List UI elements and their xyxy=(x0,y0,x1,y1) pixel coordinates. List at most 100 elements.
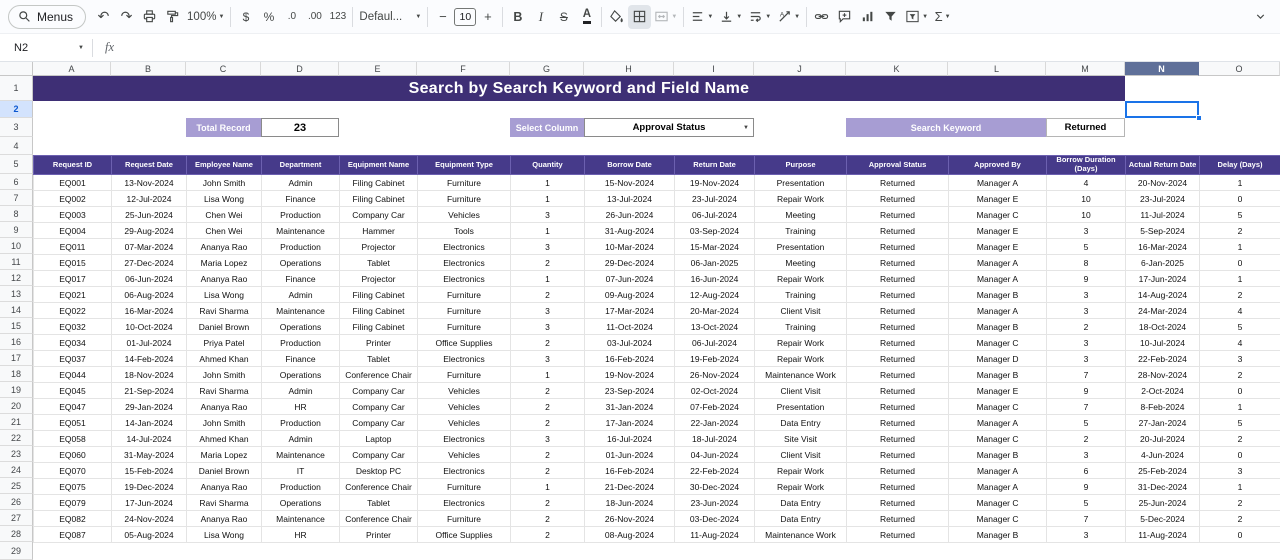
cell[interactable]: Finance xyxy=(262,351,340,367)
cell[interactable]: 02-Oct-2024 xyxy=(675,383,755,399)
row-header-23[interactable]: 23 xyxy=(0,446,33,462)
row-header-22[interactable]: 22 xyxy=(0,430,33,446)
cell[interactable]: Furniture xyxy=(418,367,511,383)
cell[interactable]: EQ075 xyxy=(34,479,112,495)
cell[interactable]: 2 xyxy=(511,335,585,351)
cell[interactable]: Manager B xyxy=(949,527,1047,543)
cell[interactable]: Ananya Rao xyxy=(187,399,262,415)
cell[interactable]: Maintenance Work xyxy=(755,527,847,543)
cell[interactable]: 03-Sep-2024 xyxy=(675,223,755,239)
cell[interactable]: Returned xyxy=(847,415,949,431)
cell[interactable]: Site Visit xyxy=(755,431,847,447)
cell[interactable]: 17-Jun-2024 xyxy=(112,495,187,511)
cell[interactable]: Maria Lopez xyxy=(187,255,262,271)
cell[interactable]: 9 xyxy=(1047,271,1126,287)
cell[interactable]: 0 xyxy=(1200,255,1280,271)
header-cell[interactable]: Department xyxy=(262,156,340,175)
cell[interactable]: Conference Chair xyxy=(340,367,418,383)
cell[interactable]: EQ003 xyxy=(34,207,112,223)
cell[interactable]: EQ044 xyxy=(34,367,112,383)
cell[interactable]: 6 xyxy=(1047,463,1126,479)
cell[interactable]: 2 xyxy=(1200,287,1280,303)
cell[interactable]: 20-Jul-2024 xyxy=(1126,431,1200,447)
cell[interactable]: Filing Cabinet xyxy=(340,191,418,207)
cell[interactable]: 25-Jun-2024 xyxy=(1126,495,1200,511)
cell[interactable]: 06-Jan-2025 xyxy=(675,255,755,271)
cell[interactable]: 1 xyxy=(1200,239,1280,255)
cell[interactable]: Manager A xyxy=(949,303,1047,319)
cell[interactable]: EQ087 xyxy=(34,527,112,543)
cell[interactable]: 5-Sep-2024 xyxy=(1126,223,1200,239)
cell[interactable]: 5 xyxy=(1047,415,1126,431)
borders-button[interactable] xyxy=(628,5,651,29)
cell[interactable]: 13-Jul-2024 xyxy=(585,191,675,207)
cell[interactable]: EQ047 xyxy=(34,399,112,415)
row-header-5[interactable]: 5 xyxy=(0,155,33,174)
cell[interactable]: 11-Oct-2024 xyxy=(585,319,675,335)
cell[interactable]: 24-Nov-2024 xyxy=(112,511,187,527)
cell[interactable]: 20-Nov-2024 xyxy=(1126,175,1200,191)
row-header-1[interactable]: 1 xyxy=(0,76,33,101)
cell[interactable]: Returned xyxy=(847,511,949,527)
cell[interactable]: 3 xyxy=(1047,527,1126,543)
cell[interactable]: 04-Jun-2024 xyxy=(675,447,755,463)
font-selector[interactable]: Defaul... ▼ xyxy=(356,5,424,29)
cell[interactable]: 9 xyxy=(1047,383,1126,399)
cell[interactable]: 2 xyxy=(1200,431,1280,447)
fill-color-button[interactable] xyxy=(605,5,628,29)
cell[interactable]: Operations xyxy=(262,495,340,511)
cell[interactable]: Tablet xyxy=(340,255,418,271)
cell[interactable]: Ahmed Khan xyxy=(187,351,262,367)
cell[interactable]: 14-Aug-2024 xyxy=(1126,287,1200,303)
cell[interactable]: Operations xyxy=(262,367,340,383)
cell[interactable]: 15-Feb-2024 xyxy=(112,463,187,479)
select-column-label[interactable]: Select Column xyxy=(510,118,584,137)
column-header-O[interactable]: O xyxy=(1199,62,1280,76)
cell[interactable]: 13-Oct-2024 xyxy=(675,319,755,335)
cell[interactable]: EQ051 xyxy=(34,415,112,431)
cell[interactable]: Repair Work xyxy=(755,271,847,287)
cell[interactable]: 27-Jan-2024 xyxy=(1126,415,1200,431)
header-cell[interactable]: Approved By xyxy=(949,156,1047,175)
cell[interactable]: 2 xyxy=(511,287,585,303)
cell[interactable]: 10 xyxy=(1047,191,1126,207)
cell[interactable]: 27-Dec-2024 xyxy=(112,255,187,271)
cell[interactable]: Tablet xyxy=(340,351,418,367)
cell[interactable]: 3 xyxy=(511,239,585,255)
cell[interactable]: Projector xyxy=(340,239,418,255)
cell[interactable]: 2 xyxy=(511,511,585,527)
cell[interactable]: 03-Dec-2024 xyxy=(675,511,755,527)
column-header-G[interactable]: G xyxy=(510,62,584,76)
cell[interactable]: 18-Jun-2024 xyxy=(585,495,675,511)
cell[interactable]: Maintenance xyxy=(262,303,340,319)
cell[interactable]: Lisa Wong xyxy=(187,287,262,303)
cell[interactable]: Client Visit xyxy=(755,383,847,399)
formula-input[interactable] xyxy=(126,34,1280,61)
cell[interactable]: 2-Oct-2024 xyxy=(1126,383,1200,399)
cell[interactable]: Manager B xyxy=(949,367,1047,383)
cell[interactable]: Returned xyxy=(847,319,949,335)
cell[interactable]: 23-Sep-2024 xyxy=(585,383,675,399)
cell[interactable]: Furniture xyxy=(418,511,511,527)
header-cell[interactable]: Purpose xyxy=(755,156,847,175)
row-header-20[interactable]: 20 xyxy=(0,398,33,414)
cell[interactable]: EQ060 xyxy=(34,447,112,463)
percent-format-button[interactable]: % xyxy=(257,5,280,29)
bold-button[interactable]: B xyxy=(506,5,529,29)
cell[interactable]: 19-Feb-2024 xyxy=(675,351,755,367)
cell[interactable]: Returned xyxy=(847,271,949,287)
selected-cell-n2[interactable] xyxy=(1125,101,1199,118)
cell[interactable]: Vehicles xyxy=(418,207,511,223)
cell[interactable]: Electronics xyxy=(418,495,511,511)
cell[interactable]: Admin xyxy=(262,383,340,399)
header-cell[interactable]: Actual Return Date xyxy=(1126,156,1200,175)
row-header-3[interactable]: 3 xyxy=(0,118,33,137)
column-header-B[interactable]: B xyxy=(111,62,186,76)
cell[interactable]: Returned xyxy=(847,399,949,415)
cell[interactable]: 0 xyxy=(1200,527,1280,543)
cell[interactable]: 1 xyxy=(1200,399,1280,415)
row-header-26[interactable]: 26 xyxy=(0,494,33,510)
cell[interactable]: 31-May-2024 xyxy=(112,447,187,463)
cell[interactable]: 16-Feb-2024 xyxy=(585,351,675,367)
cell[interactable]: 06-Jul-2024 xyxy=(675,207,755,223)
